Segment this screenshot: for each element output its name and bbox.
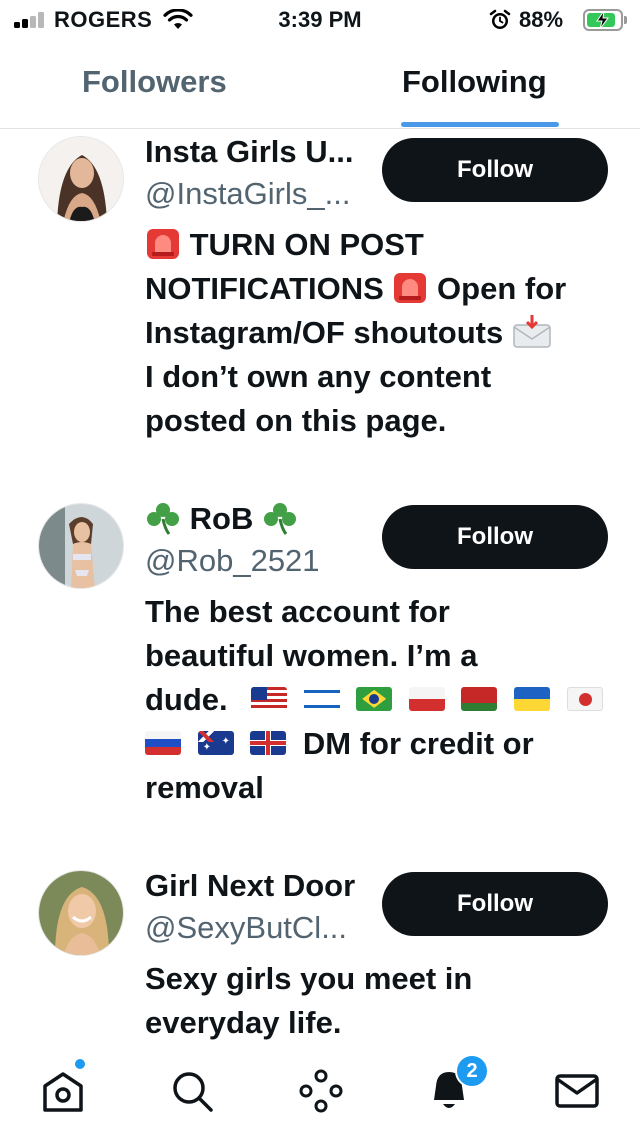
australia-flag-icon: ✦ ✦ xyxy=(197,730,234,755)
user-display-name: Insta Girls U... xyxy=(145,134,354,169)
avatar[interactable] xyxy=(38,503,124,589)
alarm-icon xyxy=(489,9,511,29)
poland-flag-icon xyxy=(408,686,445,711)
bio-line: dude. xyxy=(145,682,228,717)
israel-flag-icon xyxy=(303,686,340,711)
bio-line: Sexy girls you meet in xyxy=(145,961,473,996)
user-display-name: Girl Next Door xyxy=(145,868,356,903)
avatar[interactable] xyxy=(38,136,124,222)
bio-line: NOTIFICATIONS xyxy=(145,271,384,306)
russia-flag-icon xyxy=(145,730,181,755)
bio-line: DM for credit or xyxy=(302,726,534,761)
bio-line: Open for xyxy=(437,271,567,306)
tab-following[interactable]: Following xyxy=(402,64,547,100)
display-name-text: RoB xyxy=(189,501,254,536)
status-bar: ROGERS 3:39 PM 88% xyxy=(0,0,640,40)
follow-button[interactable]: Follow xyxy=(382,505,608,569)
list-item[interactable]: Girl Next Door @SexyButCl... Follow Sexy… xyxy=(0,864,640,1048)
search-icon[interactable] xyxy=(167,1066,217,1116)
following-list: Insta Girls U... @InstaGirls_... Follow … xyxy=(0,130,640,1048)
user-handle: @Rob_2521 xyxy=(145,543,320,578)
ukraine-flag-icon xyxy=(514,686,551,711)
siren-emoji-icon xyxy=(394,272,427,303)
incoming-envelope-emoji-icon xyxy=(513,314,551,348)
bio-line: Instagram/OF shoutouts xyxy=(145,315,504,350)
user-bio: Sexy girls you meet in everyday life. xyxy=(145,957,615,1045)
battery-charging-icon xyxy=(583,9,627,31)
follow-tabs: Followers Following xyxy=(0,40,640,129)
bio-line: I don’t own any content xyxy=(145,359,492,394)
japan-flag-icon xyxy=(566,686,603,711)
user-display-name: RoB xyxy=(145,501,298,538)
battery-percent: 88% xyxy=(519,7,564,32)
bio-line: TURN ON POST xyxy=(189,227,424,262)
bio-line: The best account for xyxy=(145,594,450,629)
belarus-flag-icon xyxy=(461,686,498,711)
follow-button[interactable]: Follow xyxy=(382,138,608,202)
home-icon[interactable] xyxy=(38,1066,88,1116)
siren-emoji-icon xyxy=(147,228,179,259)
bio-line: everyday life. xyxy=(145,1005,342,1040)
shamrock-emoji-icon xyxy=(147,502,179,535)
user-handle: @InstaGirls_... xyxy=(145,176,351,211)
user-handle: @SexyButCl... xyxy=(145,910,348,945)
list-item[interactable]: RoB @Rob_2521 Follow The best account fo… xyxy=(0,497,640,837)
bio-line: posted on this page. xyxy=(145,403,447,438)
tab-followers[interactable]: Followers xyxy=(82,64,227,100)
bio-line: beautiful women. I’m a xyxy=(145,638,478,673)
brazil-flag-icon xyxy=(356,686,393,711)
messages-icon[interactable] xyxy=(552,1066,602,1116)
home-unread-dot xyxy=(73,1057,87,1071)
us-flag-icon xyxy=(250,686,287,711)
user-bio: The best account for beautiful women. I’… xyxy=(145,590,615,810)
list-item[interactable]: Insta Girls U... @InstaGirls_... Follow … xyxy=(0,130,640,470)
uk-flag-icon xyxy=(250,730,287,755)
active-tab-indicator xyxy=(401,122,559,127)
follow-button[interactable]: Follow xyxy=(382,872,608,936)
spaces-icon[interactable] xyxy=(296,1066,346,1116)
bio-line: removal xyxy=(145,770,264,805)
shamrock-emoji-icon xyxy=(263,502,296,535)
bottom-navigation xyxy=(0,1048,640,1136)
user-bio: TURN ON POST NOTIFICATIONS Open for Inst… xyxy=(145,223,615,443)
notifications-badge: 2 xyxy=(455,1054,489,1088)
avatar[interactable] xyxy=(38,870,124,956)
